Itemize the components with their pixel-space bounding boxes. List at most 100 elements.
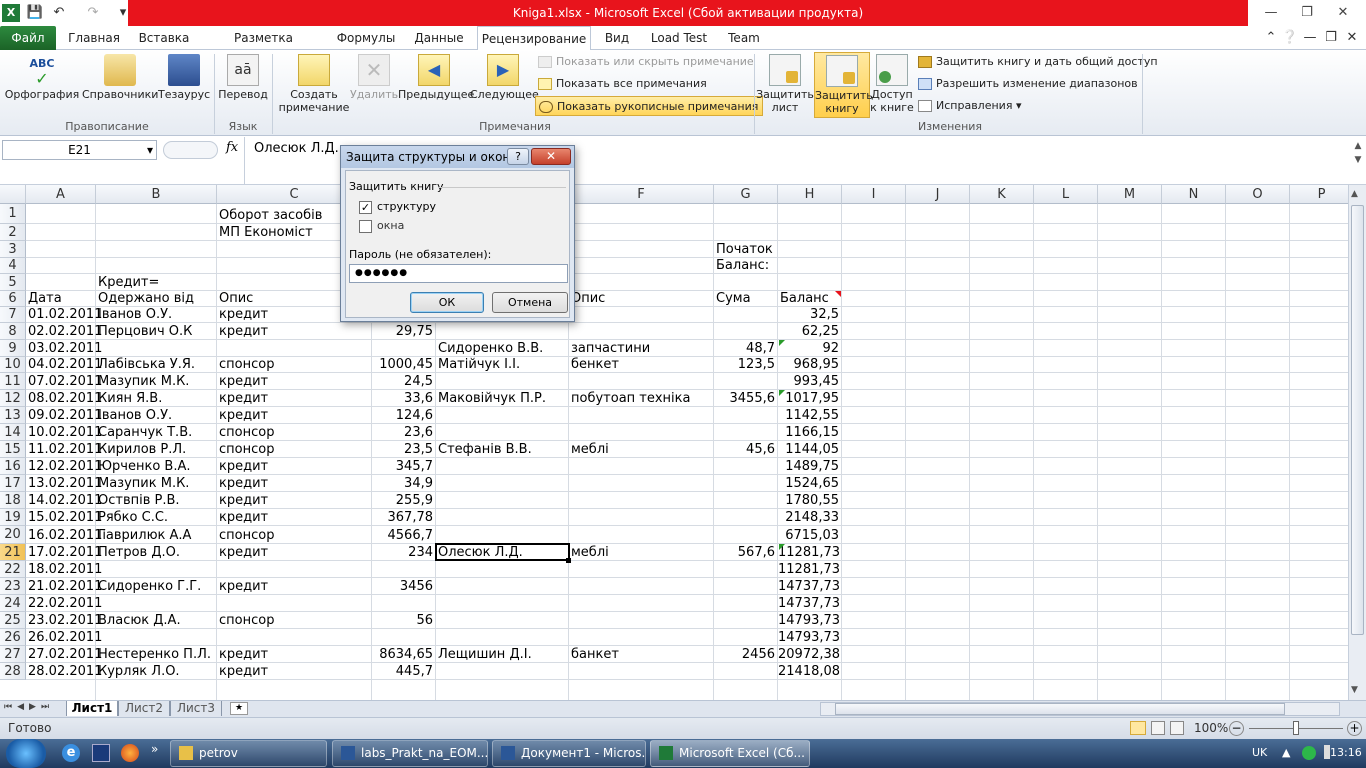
cell-a10[interactable]: 04.02.2011 [28, 357, 102, 373]
cell-c12[interactable]: кредит [219, 391, 268, 407]
vertical-scrollbar[interactable]: ▲ ▼ [1348, 185, 1366, 700]
cell-c23[interactable]: кредит [219, 579, 268, 595]
cell-c20[interactable]: спонсор [219, 528, 274, 544]
cell-e15[interactable]: Стефанів В.В. [438, 442, 532, 458]
column-header-g[interactable]: G [714, 185, 778, 204]
column-header-j[interactable]: J [906, 185, 970, 204]
zoom-out-icon[interactable]: − [1229, 721, 1244, 736]
cell-d13[interactable]: 124,6 [372, 408, 433, 424]
cell-d28[interactable]: 445,7 [372, 664, 433, 680]
tab-3[interactable]: Разметка страницы [202, 26, 325, 69]
cell-g12[interactable]: 3455,6 [714, 391, 776, 407]
cell-f15[interactable]: меблі [571, 442, 609, 458]
cell-h6[interactable]: Баланс [780, 291, 841, 307]
row-header[interactable]: 4 [0, 258, 26, 274]
taskbar-item-2[interactable]: labs_Prakt_na_EOM.... [332, 740, 488, 767]
thesaurus-button[interactable]: Тезаурус [158, 54, 210, 101]
doc-minimize-icon[interactable]: — [1301, 29, 1319, 47]
cell-a25[interactable]: 23.02.2011 [28, 613, 102, 629]
cell-h28[interactable]: 21418,08 [778, 664, 840, 680]
row-header[interactable]: 7 [0, 307, 26, 323]
restore-icon[interactable]: ❐ [1292, 3, 1322, 23]
cell-b8[interactable]: Перцович О.К [98, 324, 192, 340]
allow-ranges-button[interactable]: Разрешить изменение диапазонов [918, 74, 1138, 94]
cell-h27[interactable]: 20972,38 [778, 647, 840, 663]
taskbar-item-1[interactable]: petrov [170, 740, 327, 767]
column-header-o[interactable]: O [1226, 185, 1290, 204]
normal-view-icon[interactable] [1130, 721, 1146, 735]
taskbar-item-3[interactable]: Документ1 - Micros... [492, 740, 646, 767]
cell-a20[interactable]: 16.02.2011і [28, 528, 106, 544]
sheet-nav-icon[interactable]: ⏮◀▶⏭ [4, 702, 54, 712]
tab-1[interactable]: Главная [62, 26, 126, 50]
cell-g21[interactable]: 567,6 [714, 545, 775, 561]
cell-h25[interactable]: 14793,73 [778, 613, 840, 629]
spelling-button[interactable]: ABC ✓ Орфография [4, 54, 80, 101]
cell-f27[interactable]: банкет [571, 647, 619, 663]
cell-a13[interactable]: 09.02.2011 [28, 408, 102, 424]
cell-c28[interactable]: кредит [219, 664, 268, 680]
cell-d8[interactable]: 29,75 [372, 324, 433, 340]
cell-g3[interactable]: Початок [716, 242, 773, 258]
cell-a26[interactable]: 26.02.2011 [28, 630, 102, 646]
show-all-comments-button[interactable]: Показать все примечания [538, 74, 707, 94]
tab-9[interactable]: Team [722, 26, 766, 50]
sheet-tab-3[interactable]: Лист3 [170, 701, 222, 716]
insert-sheet-icon[interactable]: ★ [230, 702, 248, 715]
cell-h23[interactable]: 14737,73 [778, 579, 840, 595]
cell-c7[interactable]: кредит [219, 307, 268, 323]
show-hide-comment-button[interactable]: Показать или скрыть примечание [538, 52, 754, 72]
cell-h17[interactable]: 1524,65 [778, 476, 839, 492]
clock[interactable]: 13:16 [1330, 746, 1362, 759]
row-header[interactable]: 27 [0, 646, 26, 663]
tray-up-icon[interactable]: ▲ [1282, 746, 1290, 759]
next-comment-button[interactable]: ▶ Следующее [470, 54, 539, 101]
error-indicator-icon[interactable] [779, 544, 785, 550]
cell-d19[interactable]: 367,78 [372, 510, 434, 526]
cell-c1[interactable]: Оборот засобів [219, 208, 322, 224]
cell-d10[interactable]: 1000,45 [372, 357, 433, 373]
previous-comment-button[interactable]: ◀ Предыдущее [398, 54, 474, 101]
dialog-close-icon[interactable]: ✕ [531, 148, 571, 165]
cell-c27[interactable]: кредит [219, 647, 268, 663]
sheet-tab-2[interactable]: Лист2 [118, 701, 170, 716]
cell-e12[interactable]: Маковійчук П.Р. [438, 391, 546, 407]
scroll-up-icon[interactable]: ▲ [1351, 189, 1358, 199]
row-header[interactable]: 11 [0, 373, 26, 390]
cell-h21[interactable]: 11281,73 [778, 545, 840, 561]
cell-c25[interactable]: спонсор [219, 613, 274, 629]
tab-0[interactable]: Файл [0, 26, 56, 50]
zoom-slider-thumb[interactable] [1293, 721, 1299, 735]
cell-d25[interactable]: 56 [372, 613, 433, 629]
redo-icon[interactable]: ↷ [84, 4, 102, 22]
cell-f12[interactable]: побутоап техніка [571, 391, 690, 407]
cell-c14[interactable]: спонсор [219, 425, 274, 441]
cell-c6[interactable]: Опис [219, 291, 253, 307]
protect-and-share-button[interactable]: Защитить книгу и дать общий доступ [918, 52, 1158, 72]
name-box[interactable]: E21 ▾ [2, 140, 157, 160]
cell-g6[interactable]: Сума [716, 291, 777, 307]
cell-c19[interactable]: кредит [219, 510, 268, 526]
chevron-down-icon[interactable]: ▾ [147, 141, 153, 159]
cell-g4[interactable]: Баланс: [716, 258, 769, 274]
more-icon[interactable]: » [151, 742, 158, 756]
sheet-tab-1[interactable]: Лист1 [66, 701, 118, 716]
cell-b19[interactable]: Рябко С.С. [98, 510, 168, 526]
cell-d15[interactable]: 23,5 [372, 442, 433, 458]
row-header[interactable]: 14 [0, 424, 26, 441]
cell-b5[interactable]: Кредит= [98, 275, 159, 291]
app-pinned-icon[interactable] [92, 744, 110, 762]
column-header-f[interactable]: F [569, 185, 714, 204]
cell-h20[interactable]: 6715,03 [778, 528, 839, 544]
doc-close-icon[interactable]: ✕ [1343, 29, 1361, 47]
cell-h18[interactable]: 1780,55 [778, 493, 839, 509]
row-header[interactable]: 21 [0, 544, 26, 561]
cell-g27[interactable]: 2456 [714, 647, 775, 663]
cell-h12[interactable]: 1017,95 [778, 391, 839, 407]
zoom-level[interactable]: 100% [1194, 721, 1228, 735]
cell-a18[interactable]: 14.02.2011 [28, 493, 102, 509]
cell-a24[interactable]: 22.02.2011 [28, 596, 102, 612]
row-header[interactable]: 2 [0, 224, 26, 241]
cell-a17[interactable]: 13.02.2011 [28, 476, 102, 492]
cell-a8[interactable]: 02.02.2011 [28, 324, 102, 340]
